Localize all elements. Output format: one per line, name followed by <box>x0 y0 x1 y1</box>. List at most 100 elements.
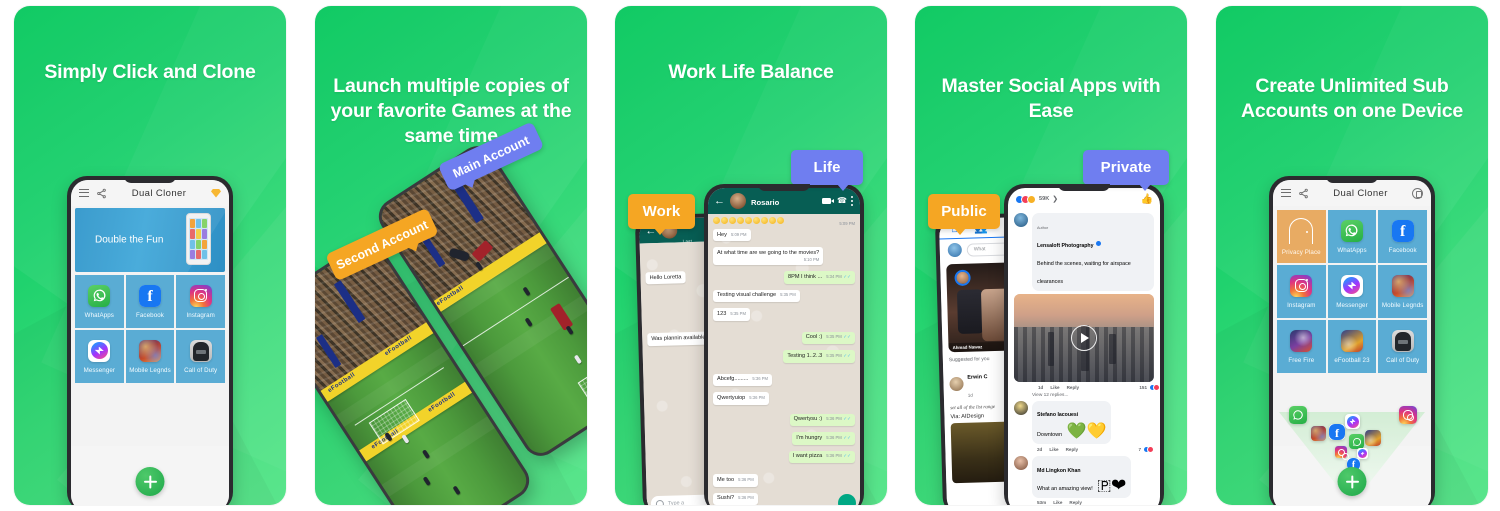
facebook-icon: f <box>1329 424 1345 440</box>
whatsapp-icon <box>88 284 111 307</box>
chat-bubble: Qwertysu :) 5:36 PM ✓✓ <box>789 413 855 427</box>
post-meta: 1d Like Reply 151 <box>1008 382 1160 391</box>
avatar <box>1014 213 1028 227</box>
app-tile-messenger[interactable]: Messenger <box>75 330 124 383</box>
back-arrow-icon[interactable]: ← <box>714 195 725 207</box>
post-video[interactable] <box>1014 293 1154 382</box>
app-tile-label: Facebook <box>1388 246 1417 254</box>
app-tile-free-fire[interactable]: Free Fire <box>1277 320 1326 373</box>
comment-time: 2d <box>1037 447 1043 452</box>
chevron-right-icon[interactable]: ❯ <box>1052 195 1058 203</box>
reaction-icons <box>1149 383 1160 391</box>
send-button[interactable] <box>838 494 856 505</box>
app-tile-facebook[interactable]: f Facebook <box>125 275 175 328</box>
chat-bubble: Testing 1..2..3 5:35 PM ✓✓ <box>783 350 855 363</box>
add-clone-button[interactable] <box>135 467 165 496</box>
add-clone-button[interactable] <box>1337 467 1367 496</box>
app-tile-call-of-duty[interactable]: Call of Duty <box>1378 320 1427 373</box>
chat-bubble: At what time are we going to the movies?… <box>713 247 824 266</box>
comment-meta: 2d Like Reply 7 <box>1032 444 1154 453</box>
screenshot-stage: Simply Click and Clone Dual Cloner Doubl… <box>0 0 1500 511</box>
share-icon[interactable] <box>96 188 107 199</box>
play-icon[interactable] <box>1071 324 1097 351</box>
mobile-legends-icon <box>138 339 161 362</box>
comment-bubble: Author Lensaloft Photography Behind the … <box>1032 213 1154 291</box>
app-title: Dual Cloner <box>1333 187 1388 199</box>
reaction-count: 151 <box>1139 384 1147 390</box>
app-tile-whatapps[interactable]: WhatApps <box>75 275 124 328</box>
like-icon[interactable]: 👍 <box>1141 194 1153 205</box>
video-call-icon[interactable] <box>822 198 834 204</box>
reply-button[interactable]: Reply <box>1067 385 1080 390</box>
messenger-icon <box>1357 448 1368 459</box>
instagram-icon <box>1335 446 1349 460</box>
chat-bubble: I want pizza 5:36 PM ✓✓ <box>788 450 855 464</box>
app-tile-call-of-duty[interactable]: Call of Duty <box>176 330 225 383</box>
app-tile-facebook[interactable]: f Facebook <box>1378 210 1427 263</box>
cloned-apps-grid: WhatApps f Facebook Instagram Messenger … <box>75 275 225 383</box>
comment-author: Md Lingkon Khan <box>1037 467 1081 474</box>
view-replies-link[interactable]: View 12 replies... <box>1008 391 1160 398</box>
phone-notch <box>758 184 810 191</box>
door-icon <box>1289 217 1314 244</box>
comment-bubble: Md Lingkon Khan What an amazing view! 🇵❤ <box>1032 456 1131 498</box>
facebook-icon: f <box>138 284 161 307</box>
list-icon[interactable] <box>79 188 89 198</box>
app-tile-messenger[interactable]: Messenger <box>1327 265 1377 318</box>
like-button[interactable]: Like <box>1053 500 1062 505</box>
mini-phone-illustration <box>186 213 211 265</box>
comment-text: What an amazing view! <box>1037 485 1093 492</box>
phone-call-icon[interactable]: ☎ <box>837 197 847 205</box>
app-tile-label: WhatApps <box>1337 246 1367 254</box>
share-icon[interactable] <box>1298 188 1309 199</box>
app-tile-label: Call of Duty <box>1386 356 1420 364</box>
whatsapp-icon <box>1349 434 1364 449</box>
panel-launch-multiple-copies: Launch multiple copies of your favorite … <box>315 6 587 505</box>
post-time: 1d <box>1038 384 1044 390</box>
app-tile-instagram[interactable]: Instagram <box>176 275 225 328</box>
chat-bubble: 8PM I think ... 5:34 PM ✓✓ <box>783 271 855 284</box>
post-reactions-bar: 59K ❯ 👍 <box>1008 188 1160 210</box>
reply-button[interactable]: Reply <box>1069 500 1082 505</box>
whatsapp-icon <box>1340 219 1363 242</box>
app-tile-label: Mobile Legnds <box>129 366 171 374</box>
phone-mockup: Dual Cloner Double the Fun WhatApps f Fa… <box>67 176 233 505</box>
app-tile-mobile-legends[interactable]: Mobile Legnds <box>1378 265 1427 318</box>
reply-button[interactable]: Reply <box>1066 447 1079 452</box>
avatar <box>730 193 746 209</box>
chat-bubble: Qwertyuiop 5:36 PM <box>713 392 769 405</box>
badge-private: Private <box>1083 150 1169 191</box>
app-tile-efootball[interactable]: eFootball 23 <box>1327 320 1377 373</box>
avatar <box>1014 400 1028 415</box>
badge-life: Life <box>791 150 863 191</box>
efootball-icon <box>1340 329 1363 352</box>
panel-simply-click-and-clone: Simply Click and Clone Dual Cloner Doubl… <box>14 6 286 505</box>
app-tile-privacy-place[interactable]: Privacy Place <box>1277 210 1326 263</box>
phone-screen: 59K ❯ 👍 Author Lensaloft Photography Beh… <box>1008 188 1160 505</box>
mobile-legends-icon <box>1311 426 1326 441</box>
app-tile-mobile-legends[interactable]: Mobile Legnds <box>125 330 175 383</box>
emoji-icon[interactable] <box>655 499 664 505</box>
post-time: 1d <box>967 392 973 398</box>
comment-text: Behind the scenes, waiting for airspace … <box>1037 260 1131 285</box>
list-icon[interactable] <box>1281 188 1291 198</box>
panel-master-social-apps: Master Social Apps with Ease ⌂ 👥 What Ah… <box>915 6 1187 505</box>
panel-headline: Simply Click and Clone <box>44 61 256 83</box>
reaction-icons <box>1015 194 1036 204</box>
lock-icon[interactable] <box>1412 187 1423 199</box>
diamond-icon[interactable] <box>211 188 221 198</box>
mobile-legends-icon <box>1391 274 1414 297</box>
comment-text: Downtown <box>1037 432 1063 438</box>
emoji-message <box>713 217 784 224</box>
instagram-icon <box>189 284 212 307</box>
promo-banner[interactable]: Double the Fun <box>75 208 225 272</box>
app-tile-instagram[interactable]: Instagram <box>1277 265 1326 318</box>
avatar <box>1014 456 1028 470</box>
chat-bubble: Hey 5:09 PM <box>713 229 751 242</box>
like-button[interactable]: Like <box>1049 447 1058 452</box>
more-options-icon[interactable] <box>851 195 854 207</box>
like-button[interactable]: Like <box>1050 385 1059 390</box>
chat-bubble: Testing visual challenge 5:35 PM <box>713 289 800 303</box>
app-tile-label: Messenger <box>1336 301 1368 309</box>
app-tile-whatapps[interactable]: WhatApps <box>1327 210 1377 263</box>
